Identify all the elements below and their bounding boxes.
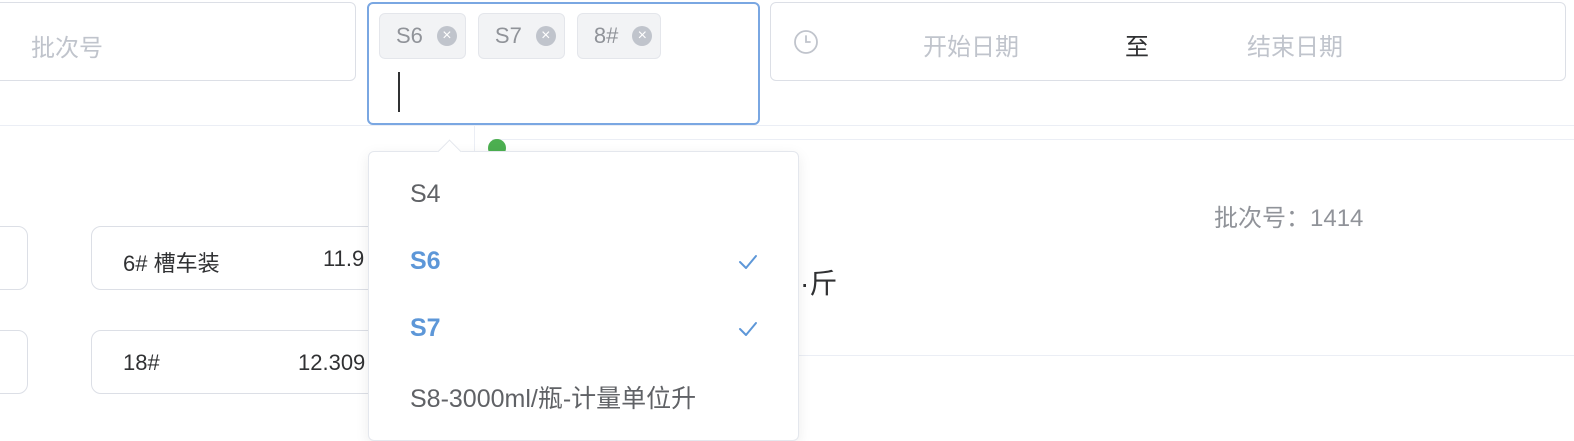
close-circle-icon[interactable]: × (535, 26, 556, 46)
option-label: S6 (410, 247, 441, 275)
tag-s7: S7 × (477, 13, 565, 59)
content-divider (780, 355, 1574, 356)
close-circle-icon[interactable]: × (436, 26, 457, 46)
option-label: S7 (410, 314, 441, 342)
filter-divider (0, 125, 1574, 126)
card-partial[interactable] (0, 226, 28, 290)
batch-number-label: 批次号：1414 (1214, 205, 1364, 232)
clock-icon (794, 30, 818, 54)
tank-card[interactable]: 6# 槽车装 11.9 (91, 226, 391, 290)
start-date-input[interactable]: 开始日期 (923, 27, 1019, 62)
dropdown-option-selected[interactable]: S7 (369, 295, 798, 362)
check-icon (739, 322, 757, 336)
tag-label: S7 (494, 23, 522, 48)
selected-tags: S6 × S7 × 8# × (379, 13, 662, 59)
batch-number-input[interactable]: 批次号 (0, 2, 356, 81)
close-circle-icon[interactable]: × (632, 26, 653, 46)
batch-number-placeholder: 批次号 (31, 35, 103, 62)
tank-card[interactable]: 18# 12.309 (91, 330, 391, 394)
text-cursor (398, 72, 400, 112)
option-label: S8-3000ml/瓶-计量单位升 (410, 384, 697, 413)
tag-8: 8# × (576, 13, 662, 59)
card-partial[interactable] (0, 330, 28, 394)
tank-value: 12.309 (298, 350, 366, 375)
tank-dropdown: S4 S6 S7 S8-3000ml/瓶-计量单位升 (368, 151, 799, 441)
option-label: S4 (410, 180, 441, 208)
dropdown-option[interactable]: S8-3000ml/瓶-计量单位升 (369, 363, 798, 430)
tank-name: 18# (123, 350, 160, 375)
date-range-picker[interactable]: 开始日期 至 结束日期 (770, 2, 1566, 81)
tank-multi-select[interactable]: S6 × S7 × 8# × (367, 2, 760, 125)
end-date-input[interactable]: 结束日期 (1247, 27, 1343, 62)
tank-name: 6# 槽车装 (123, 251, 220, 276)
tag-label: 8# (593, 23, 619, 48)
check-icon (739, 255, 757, 269)
unit-label: ·斤 (800, 268, 838, 299)
tag-s6: S6 × (379, 13, 466, 59)
dropdown-option-selected[interactable]: S6 (369, 228, 798, 295)
dropdown-option[interactable]: S4 (369, 161, 798, 228)
tank-value: 11.9 (323, 246, 365, 271)
tag-label: S6 (396, 23, 423, 48)
date-separator: 至 (1125, 34, 1149, 61)
